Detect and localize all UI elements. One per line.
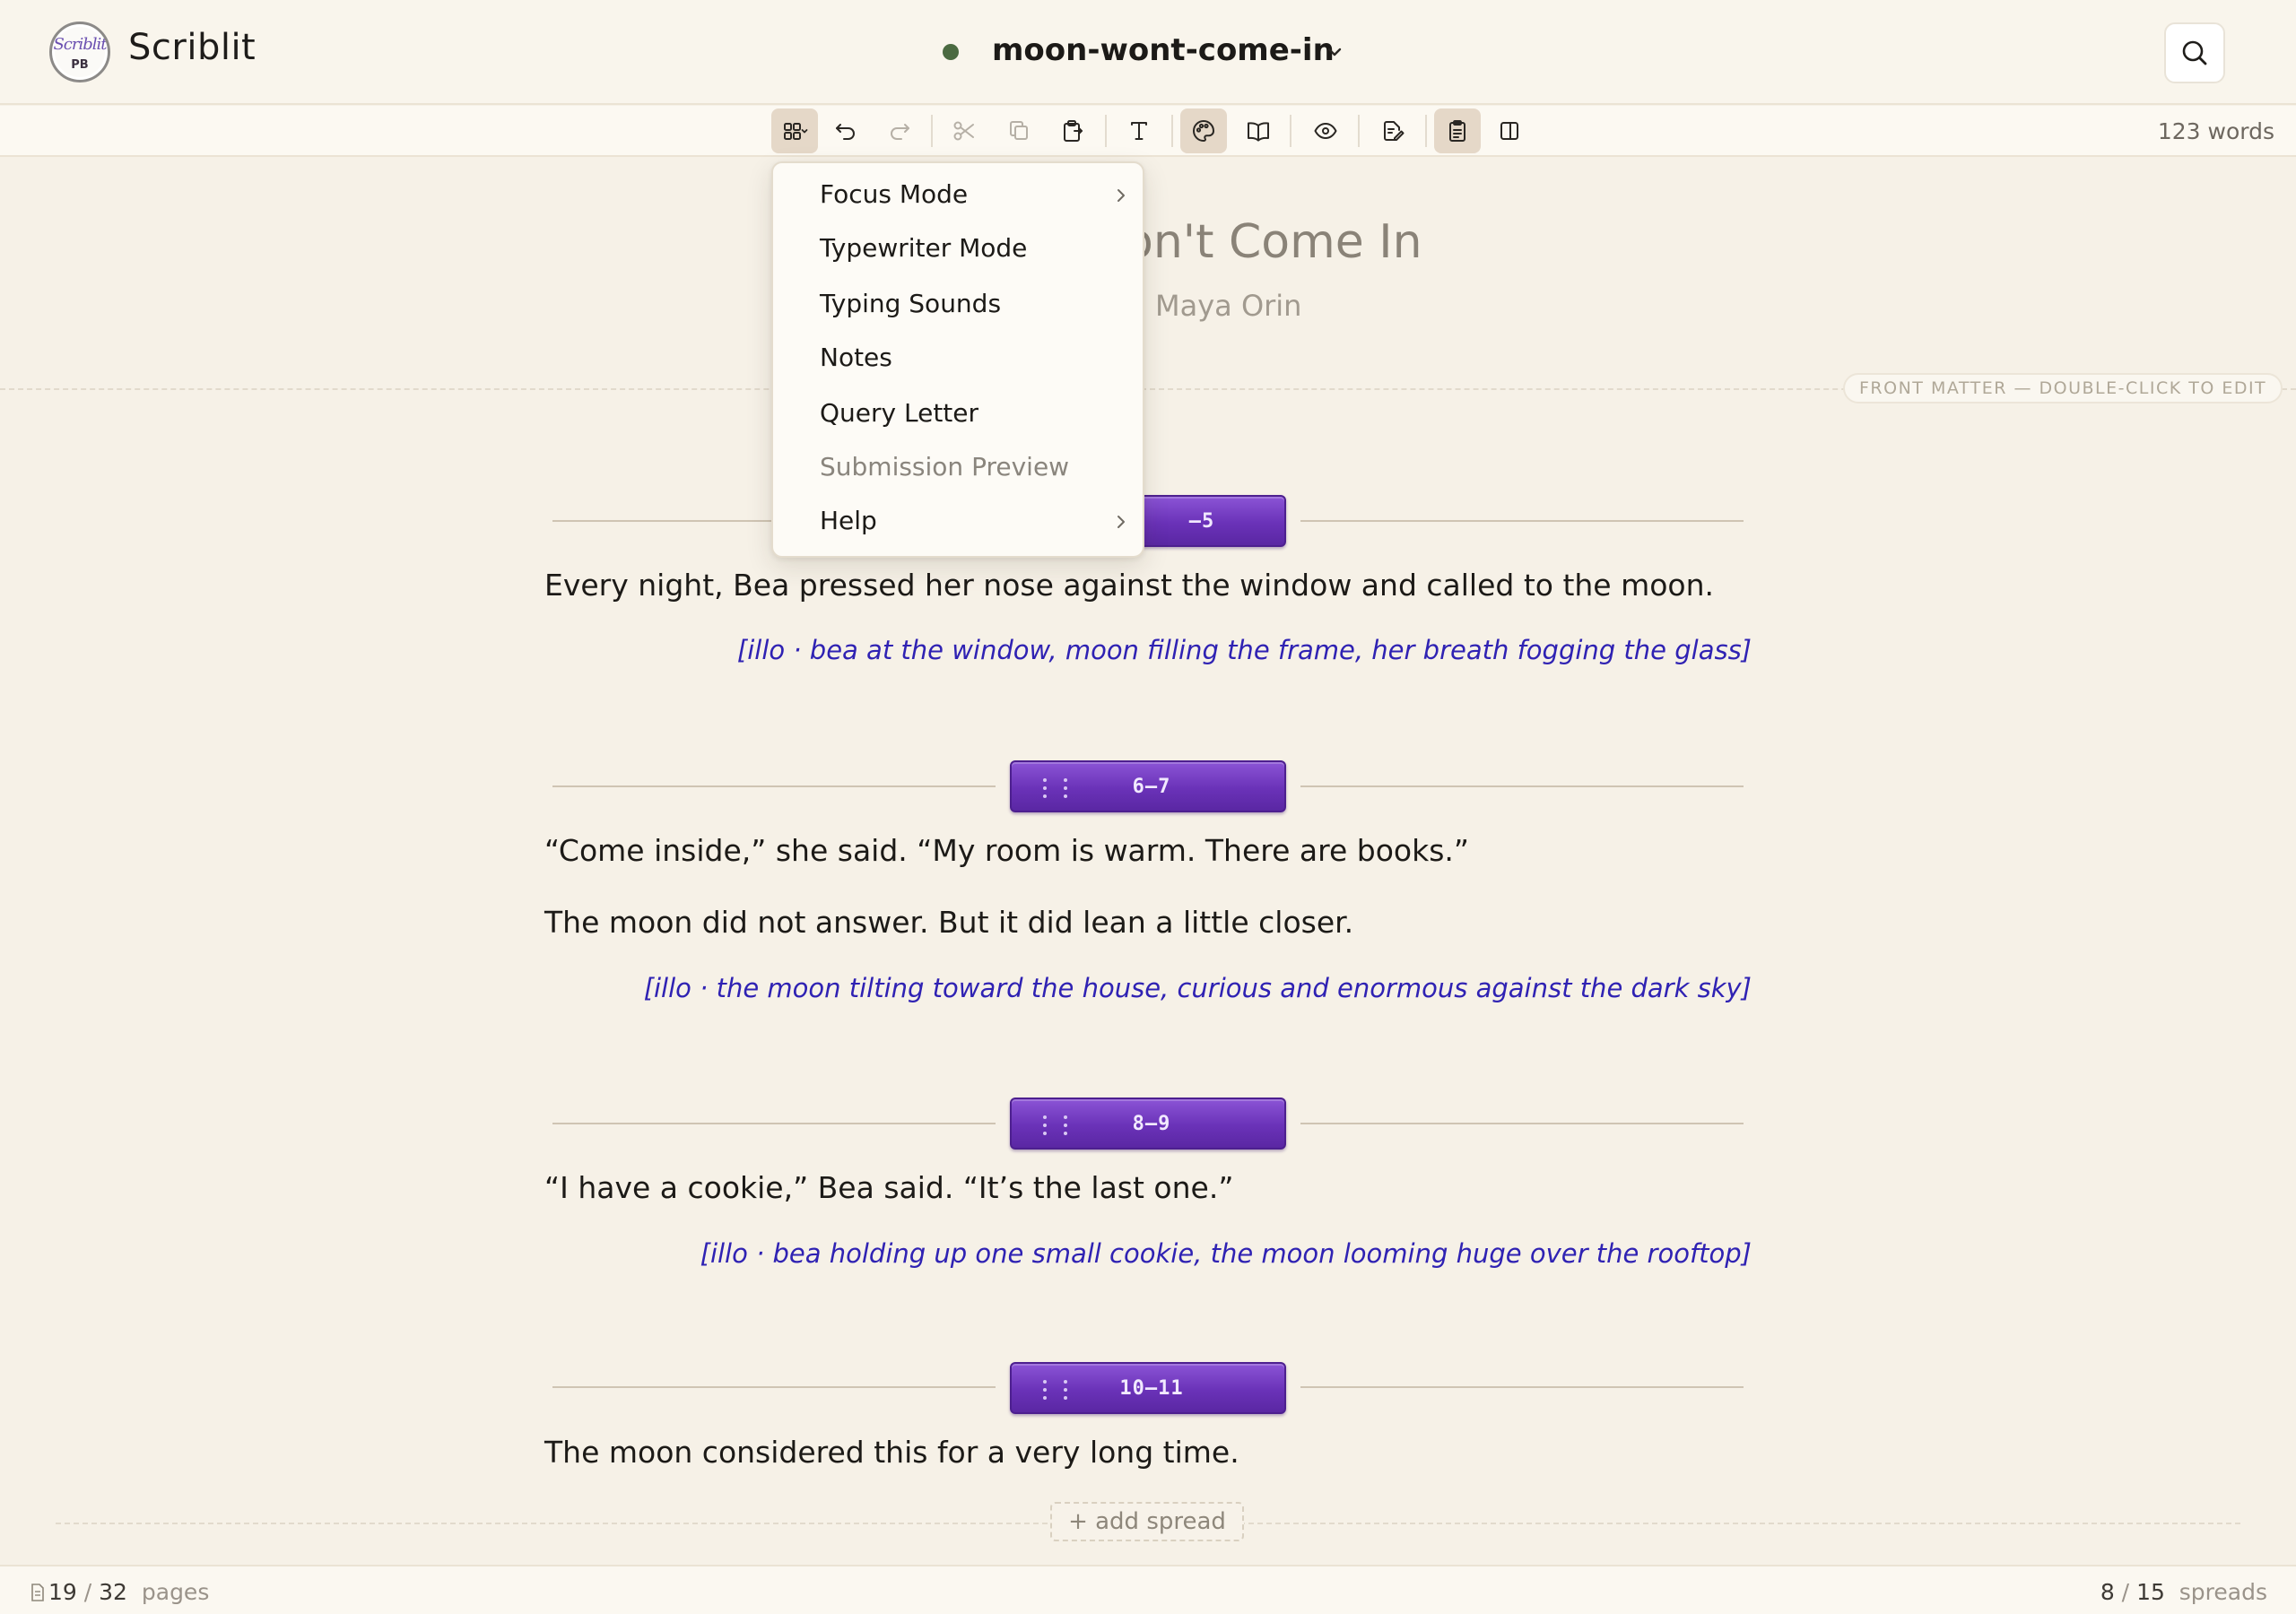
edit-notes-button[interactable] bbox=[1370, 108, 1416, 153]
menu-item-label: Notes bbox=[820, 343, 892, 372]
clipboard-list-icon bbox=[1449, 120, 1465, 142]
spread-rule-right bbox=[1300, 785, 1744, 787]
palette-icon bbox=[1193, 120, 1214, 142]
logo-wordmark: Scriblit bbox=[53, 35, 107, 54]
toolbar-separator bbox=[1358, 115, 1360, 147]
spreads-label: spreads bbox=[2179, 1579, 2267, 1605]
app-name: Scriblit bbox=[128, 27, 257, 68]
toolbar-separator bbox=[1425, 115, 1427, 147]
pages-current: 19 bbox=[48, 1579, 77, 1605]
word-count: 123 words bbox=[2157, 118, 2274, 144]
app-header: Scriblit PB Scriblit moon-wont-come-in bbox=[0, 0, 2296, 105]
menu-item-typing-sounds[interactable]: Typing Sounds bbox=[773, 279, 1143, 329]
spread-paragraph[interactable]: Every night, Bea pressed her nose agains… bbox=[544, 568, 1714, 603]
spread-marker[interactable]: 10–11 bbox=[1010, 1362, 1286, 1414]
spread-paragraph[interactable]: “I have a cookie,” Bea said. “It’s the l… bbox=[544, 1170, 1233, 1205]
search-button[interactable] bbox=[2164, 22, 2225, 83]
spread-rule-left bbox=[552, 785, 996, 787]
paste-button[interactable] bbox=[1049, 108, 1096, 153]
preview-button[interactable] bbox=[1302, 108, 1349, 153]
spreads-current: 8 bbox=[2100, 1579, 2115, 1605]
redo-button[interactable] bbox=[876, 108, 923, 153]
spread-marker-label: 6–7 bbox=[1132, 776, 1171, 798]
spread-count: 8 / 15 spreads bbox=[2100, 1579, 2267, 1605]
menu-item-label: Help bbox=[820, 506, 877, 535]
menu-item-label: Submission Preview bbox=[820, 452, 1070, 482]
toolbar-separator bbox=[1171, 115, 1173, 147]
menu-item-typewriter-mode[interactable]: Typewriter Mode bbox=[773, 223, 1143, 273]
text-format-button[interactable] bbox=[1116, 108, 1162, 153]
spreads-separator: / bbox=[2121, 1579, 2130, 1605]
manuscript-author[interactable]: Maya Orin bbox=[1155, 289, 1301, 323]
sidebar-toggle-button[interactable] bbox=[1486, 108, 1533, 153]
theme-button[interactable] bbox=[1180, 108, 1227, 153]
text-icon bbox=[1131, 122, 1147, 140]
spread-rule-right bbox=[1300, 1386, 1744, 1388]
sidebar-icon bbox=[1500, 122, 1518, 140]
page-count: 19 / 32 pages bbox=[30, 1579, 209, 1605]
toolbar-separator bbox=[1290, 115, 1292, 147]
status-bar: 19 / 32 pages 8 / 15 spreads bbox=[0, 1565, 2296, 1614]
search-icon bbox=[2182, 40, 2207, 65]
logo-badge: PB bbox=[71, 58, 89, 72]
open-book-icon bbox=[1248, 122, 1269, 142]
app-logo[interactable]: Scriblit PB bbox=[49, 22, 110, 82]
save-status-indicator bbox=[943, 44, 959, 60]
add-spread-button[interactable]: + add spread bbox=[1050, 1502, 1244, 1541]
toolbar-separator bbox=[931, 115, 933, 147]
grid-icon bbox=[784, 123, 808, 140]
menu-item-label: Typing Sounds bbox=[820, 289, 1002, 318]
spread-rule-right bbox=[1300, 520, 1744, 522]
spread-rule-left bbox=[552, 1386, 996, 1388]
menu-item-label: Focus Mode bbox=[820, 179, 969, 209]
spread-paragraph[interactable]: The moon did not answer. But it did lean… bbox=[544, 905, 1353, 940]
eye-icon bbox=[1314, 123, 1337, 139]
illustration-note[interactable]: [illo · bea at the window, moon filling … bbox=[737, 635, 1752, 665]
scissors-icon bbox=[953, 121, 974, 141]
menu-item-submission-preview[interactable]: Submission Preview bbox=[773, 442, 1143, 492]
spread-marker[interactable]: 6–7 bbox=[1010, 760, 1286, 812]
illustration-note[interactable]: [illo · the moon tilting toward the hous… bbox=[644, 973, 1752, 1003]
document-title[interactable]: moon-wont-come-in bbox=[992, 32, 1335, 68]
chevron-down-icon[interactable] bbox=[1326, 45, 1344, 59]
spread-rule-right bbox=[1300, 1123, 1744, 1124]
clipboard-panel-button[interactable] bbox=[1434, 108, 1481, 153]
view-menu-button[interactable] bbox=[771, 108, 818, 153]
undo-button[interactable] bbox=[822, 108, 869, 153]
chevron-right-icon bbox=[1118, 189, 1125, 202]
view-menu: Focus Mode Typewriter Mode Typing Sounds… bbox=[771, 161, 1144, 558]
spread-marker-label: 10–11 bbox=[1119, 1377, 1184, 1400]
editor-toolbar: 123 words bbox=[0, 106, 2296, 157]
cut-button[interactable] bbox=[941, 108, 987, 153]
clipboard-icon bbox=[1064, 120, 1083, 142]
manuscript-title[interactable]: on't Come In bbox=[1125, 215, 1422, 269]
spreads-total: 15 bbox=[2136, 1579, 2165, 1605]
edit-document-icon bbox=[1384, 121, 1405, 141]
menu-item-query-letter[interactable]: Query Letter bbox=[773, 388, 1143, 438]
front-matter-badge[interactable]: FRONT MATTER — DOUBLE-CLICK TO EDIT bbox=[1843, 373, 2283, 404]
spread-rule-left bbox=[552, 1123, 996, 1124]
menu-item-label: Typewriter Mode bbox=[820, 233, 1028, 263]
pages-total: 32 bbox=[99, 1579, 127, 1605]
spread-marker-label: 8–9 bbox=[1132, 1113, 1171, 1135]
copy-icon bbox=[1010, 121, 1028, 140]
pages-label: pages bbox=[141, 1579, 210, 1605]
copy-button[interactable] bbox=[996, 108, 1042, 153]
undo-icon bbox=[836, 124, 855, 140]
menu-item-label: Query Letter bbox=[820, 398, 979, 428]
redo-icon bbox=[891, 124, 909, 140]
spread-paragraph[interactable]: “Come inside,” she said. “My room is war… bbox=[544, 833, 1469, 868]
spread-paragraph[interactable]: The moon considered this for a very long… bbox=[544, 1435, 1239, 1470]
spread-marker[interactable]: 8–9 bbox=[1010, 1098, 1286, 1150]
page-icon bbox=[31, 1584, 44, 1601]
menu-item-help[interactable]: Help bbox=[773, 496, 1143, 546]
chevron-right-icon bbox=[1118, 516, 1125, 528]
menu-item-notes[interactable]: Notes bbox=[773, 333, 1143, 383]
toolbar-separator bbox=[1105, 115, 1107, 147]
illustration-note[interactable]: [illo · bea holding up one small cookie,… bbox=[700, 1238, 1752, 1269]
menu-item-focus-mode[interactable]: Focus Mode bbox=[773, 169, 1143, 220]
pages-separator: / bbox=[83, 1579, 92, 1605]
book-button[interactable] bbox=[1235, 108, 1282, 153]
